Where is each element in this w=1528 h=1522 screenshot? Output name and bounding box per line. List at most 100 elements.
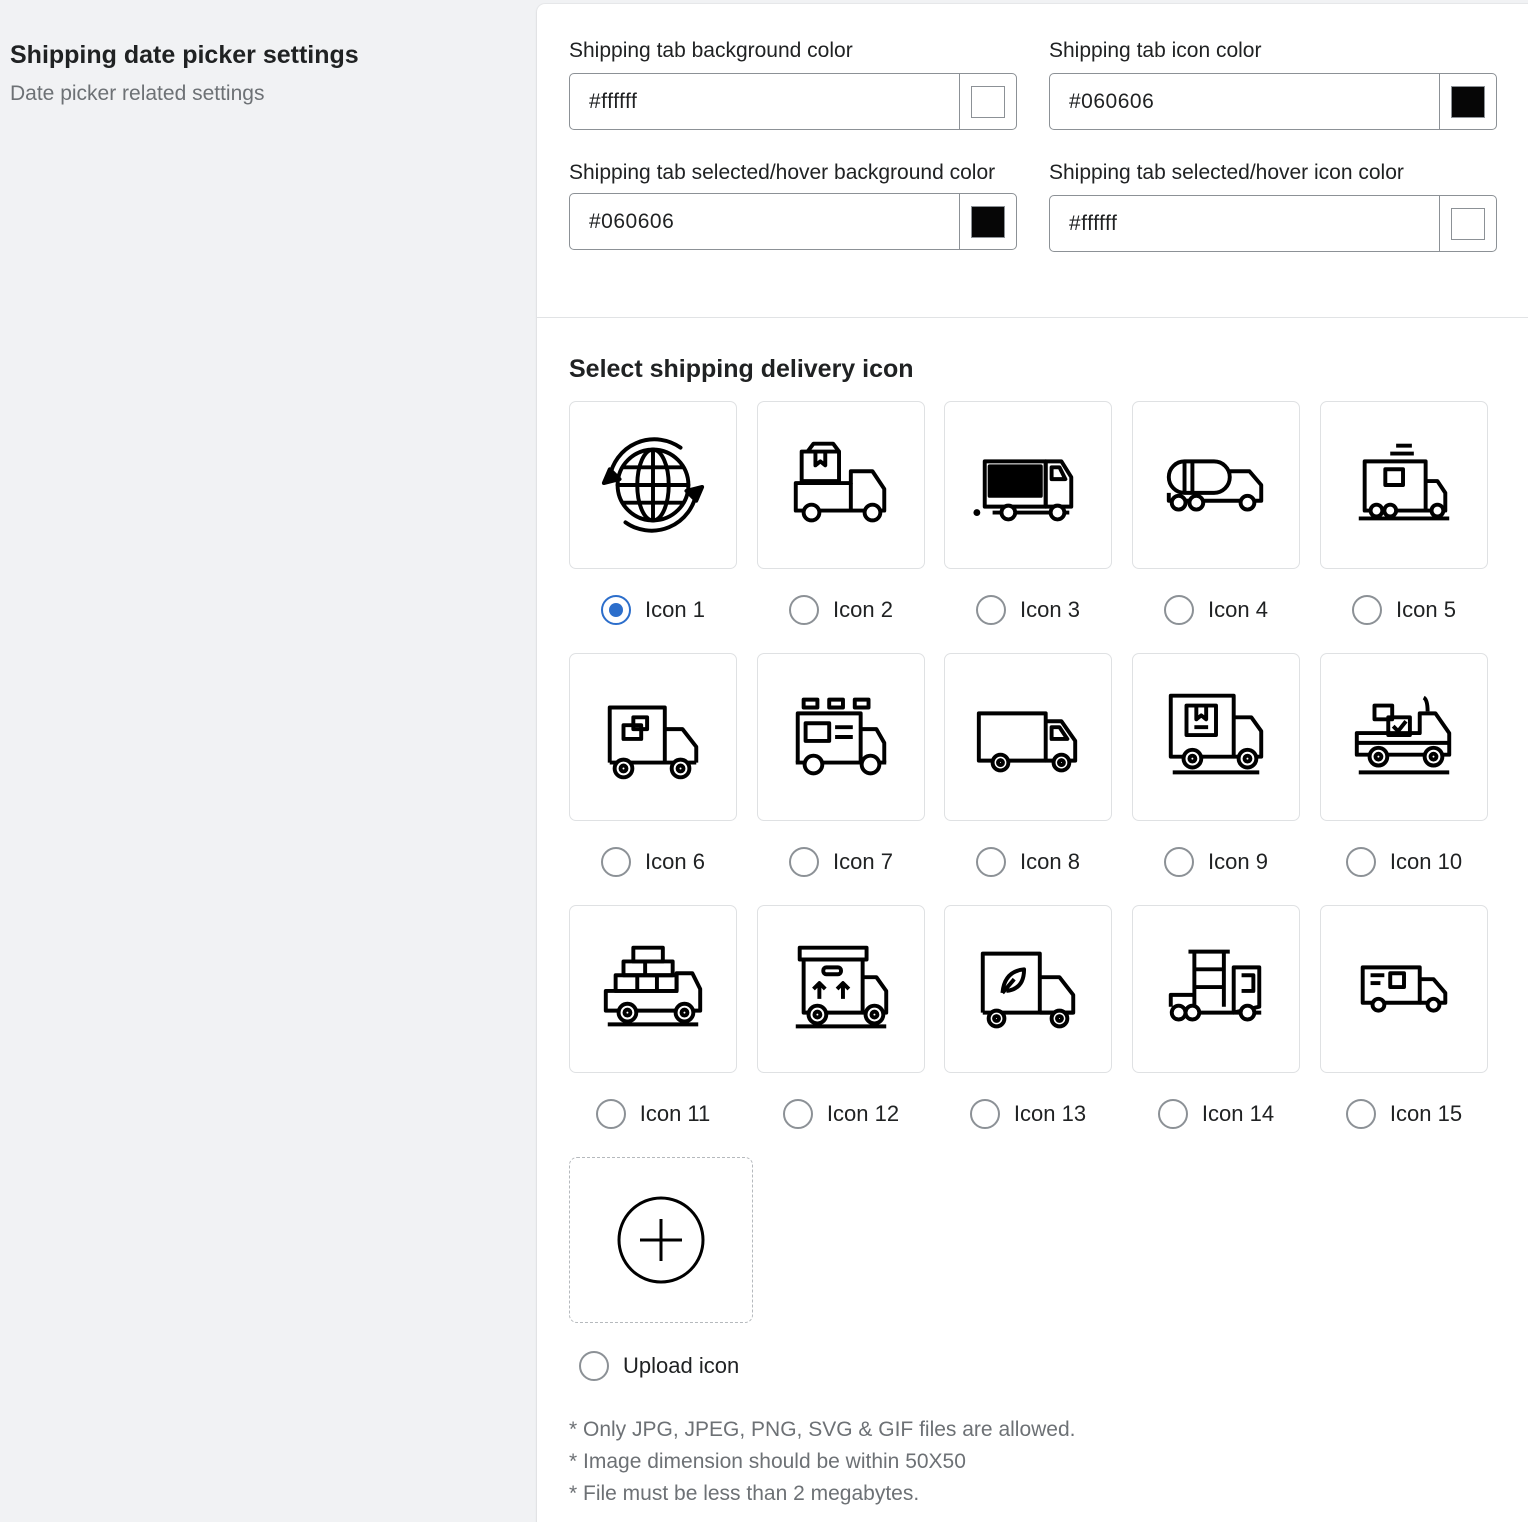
icon-option[interactable]: Icon 4 (1132, 401, 1300, 625)
pickup-box-icon (793, 441, 887, 523)
note-line: * Image dimension should be within 50X50 (569, 1450, 966, 1473)
radio-button[interactable] (1164, 595, 1195, 625)
icon-radio-row[interactable]: Icon 13 (944, 1099, 1112, 1129)
icon-radio-row[interactable]: Icon 4 (1132, 595, 1300, 625)
icon-radio-row[interactable]: Icon 10 (1320, 847, 1488, 877)
icon-preview[interactable] (569, 401, 737, 569)
this-side-up-truck-icon (795, 945, 889, 1029)
icon-preview[interactable] (1132, 905, 1300, 1073)
radio-button[interactable] (789, 595, 820, 625)
color-value[interactable]: #ffffff (570, 74, 959, 129)
field-label: Shipping tab selected/hover icon color (1049, 161, 1404, 184)
fast-truck-icon (973, 459, 1074, 522)
color-swatch[interactable] (971, 85, 1005, 118)
icon-option[interactable]: Icon 2 (757, 401, 925, 625)
tab-hover-icon-color-input[interactable]: #ffffff (1049, 195, 1497, 252)
icon-label: Icon 14 (1201, 1101, 1275, 1126)
radio-button[interactable] (579, 1351, 609, 1381)
color-value[interactable]: #ffffff (1050, 196, 1439, 251)
radio-button[interactable] (976, 847, 1007, 877)
radio-button[interactable] (601, 847, 632, 877)
icon-radio-row[interactable]: Icon 11 (569, 1099, 737, 1129)
pickup-check-icon (1354, 695, 1452, 775)
radio-button[interactable] (1164, 847, 1195, 877)
radio-button[interactable] (595, 1099, 626, 1129)
icon-preview[interactable] (757, 401, 925, 569)
color-value[interactable]: #060606 (1050, 74, 1439, 129)
icon-radio-row[interactable]: Icon 1 (569, 595, 737, 625)
icon-option[interactable]: Icon 12 (757, 905, 925, 1129)
icon-option[interactable]: Icon 10 (1320, 653, 1488, 877)
icon-option[interactable]: Icon 13 (944, 905, 1112, 1129)
icon-option[interactable]: Icon 5 (1320, 401, 1488, 625)
icon-option[interactable]: Icon 14 (1132, 905, 1300, 1129)
icon-radio-row[interactable]: Icon 2 (757, 595, 925, 625)
upload-option[interactable]: Upload icon (569, 1157, 753, 1381)
swatch-button[interactable] (959, 74, 1016, 129)
icon-preview[interactable] (569, 653, 737, 821)
tanker-truck-icon (1166, 459, 1264, 512)
icon-preview[interactable] (944, 905, 1112, 1073)
icon-radio-row[interactable]: Icon 15 (1320, 1099, 1488, 1129)
plus-circle-icon (617, 1196, 705, 1284)
icon-preview[interactable] (1132, 401, 1300, 569)
radio-button[interactable] (1345, 847, 1376, 877)
icon-radio-row[interactable]: Icon 7 (757, 847, 925, 877)
note-line: * File must be less than 2 megabytes. (569, 1482, 920, 1505)
swatch-button[interactable] (959, 194, 1016, 249)
icon-radio-row[interactable]: Icon 12 (757, 1099, 925, 1129)
icon-preview[interactable] (944, 401, 1112, 569)
icon-label: Icon 12 (826, 1101, 900, 1126)
radio-button[interactable] (782, 1099, 813, 1129)
icon-radio-row[interactable]: Icon 3 (944, 595, 1112, 625)
color-value[interactable]: #060606 (570, 194, 959, 249)
radio-button[interactable] (1352, 595, 1383, 625)
upload-dropzone[interactable] (569, 1157, 753, 1323)
icon-preview[interactable] (757, 905, 925, 1073)
radio-button[interactable] (976, 595, 1007, 625)
tab-hover-bg-color-input[interactable]: #060606 (569, 193, 1017, 250)
icon-option[interactable]: Icon 8 (944, 653, 1112, 877)
upload-radio-row[interactable]: Upload icon (579, 1351, 753, 1381)
swatch-button[interactable] (1439, 74, 1496, 129)
icon-option[interactable]: Icon 6 (569, 653, 737, 877)
icon-radio-row[interactable]: Icon 8 (944, 847, 1112, 877)
radio-button[interactable] (601, 595, 632, 625)
field-label: Shipping tab selected/hover background c… (569, 161, 996, 184)
icon-option[interactable]: Icon 7 (757, 653, 925, 877)
icon-label: Icon 13 (1013, 1101, 1087, 1126)
radio-button[interactable] (1345, 1099, 1376, 1129)
icon-option[interactable]: Icon 3 (944, 401, 1112, 625)
icon-preview[interactable] (1132, 653, 1300, 821)
icon-preview[interactable] (944, 653, 1112, 821)
icon-preview[interactable] (1320, 401, 1488, 569)
icon-preview[interactable] (1320, 653, 1488, 821)
section-header: Shipping date picker settings Date picke… (10, 38, 510, 108)
icon-preview[interactable] (1320, 905, 1488, 1073)
swatch-button[interactable] (1439, 196, 1496, 251)
van-truck-icon (976, 711, 1078, 773)
icon-radio-row[interactable]: Icon 5 (1320, 595, 1488, 625)
icon-label: Icon 8 (1020, 849, 1080, 874)
tab-bg-color-input[interactable]: #ffffff (569, 73, 1017, 130)
food-truck-icon (795, 697, 887, 776)
tab-icon-color-input[interactable]: #060606 (1049, 73, 1497, 130)
radio-button[interactable] (789, 847, 820, 877)
icon-radio-row[interactable]: Icon 9 (1132, 847, 1300, 877)
icon-preview[interactable] (569, 905, 737, 1073)
icon-preview[interactable] (757, 653, 925, 821)
radio-button[interactable] (1157, 1099, 1188, 1129)
icon-option[interactable]: Icon 11 (569, 905, 737, 1129)
cargo-truck-icon (1358, 443, 1450, 521)
upload-notes: * Only JPG, JPEG, PNG, SVG & GIF files a… (569, 1414, 1076, 1510)
icon-option[interactable]: Icon 9 (1132, 653, 1300, 877)
radio-button[interactable] (969, 1099, 1000, 1129)
icon-option[interactable]: Icon 1 (569, 401, 737, 625)
color-swatch[interactable] (971, 205, 1005, 238)
icon-option[interactable]: Icon 15 (1320, 905, 1488, 1129)
field-label: Shipping tab icon color (1049, 39, 1262, 62)
icon-radio-row[interactable]: Icon 14 (1132, 1099, 1300, 1129)
color-swatch[interactable] (1451, 207, 1485, 240)
icon-radio-row[interactable]: Icon 6 (569, 847, 737, 877)
color-swatch[interactable] (1451, 85, 1485, 118)
